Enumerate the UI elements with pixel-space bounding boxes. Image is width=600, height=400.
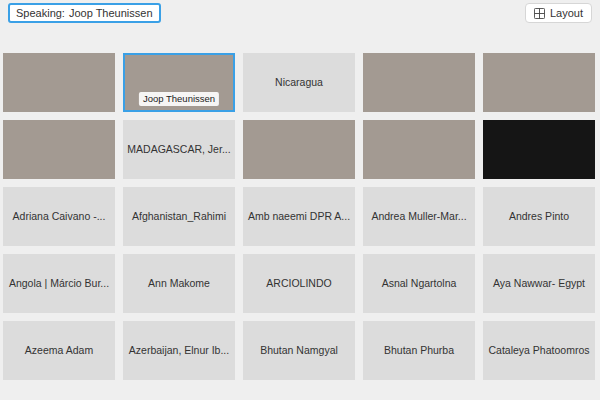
speaking-highlight [483, 53, 595, 112]
participant-tile[interactable] [483, 120, 595, 179]
participant-tile[interactable] [363, 53, 475, 112]
participant-name: Nicaragua [275, 76, 323, 89]
participant-tile[interactable] [483, 53, 595, 112]
layout-icon [534, 8, 545, 19]
participant-tile[interactable]: Joop Theunissen [123, 53, 235, 112]
participant-tile[interactable]: Cataleya Phatoomros [483, 321, 595, 380]
participant-name: Afghanistan_Rahimi [132, 210, 226, 223]
participant-tile[interactable]: Azeema Adam [3, 321, 115, 380]
participant-tile[interactable]: Nicaragua [243, 53, 355, 112]
participant-name: Amb naeemi DPR A... [248, 210, 350, 223]
speaking-highlight [3, 120, 115, 179]
participant-name: Joop Theunissen [139, 92, 219, 106]
participant-name: MADAGASCAR, Jer... [127, 143, 230, 156]
participant-name: Andrea Muller-Mar... [371, 210, 466, 223]
participant-tile[interactable]: Asnal Ngartolna [363, 254, 475, 313]
participant-name: Angola | Márcio Bur... [9, 277, 109, 290]
participant-name: Azeema Adam [25, 344, 93, 357]
participant-tile[interactable]: Aya Nawwar- Egypt [483, 254, 595, 313]
participant-name: Adriana Caivano -... [13, 210, 106, 223]
speaking-highlight [3, 53, 115, 112]
participant-name: Ann Makome [148, 277, 210, 290]
participant-name: Bhutan Namgyal [260, 344, 338, 357]
participant-tile[interactable]: ARCIOLINDO [243, 254, 355, 313]
participant-tile[interactable] [243, 120, 355, 179]
layout-button[interactable]: Layout [525, 3, 592, 23]
speaking-highlight [243, 120, 355, 179]
speaking-indicator: Speaking: Joop Theunissen [8, 3, 161, 23]
speaking-highlight [363, 120, 475, 179]
participant-tile[interactable]: Andres Pinto [483, 187, 595, 246]
participant-tile[interactable]: Bhutan Namgyal [243, 321, 355, 380]
speaking-prefix: Speaking: [16, 7, 65, 19]
participant-name: Andres Pinto [509, 210, 569, 223]
participant-tile[interactable]: Amb naeemi DPR A... [243, 187, 355, 246]
participant-name: Cataleya Phatoomros [489, 344, 590, 357]
participant-name: Bhutan Phurba [384, 344, 454, 357]
participant-grid: Joop Theunissen Nicaragua MADAGASCAR, Jer.… [0, 24, 600, 380]
layout-label: Layout [550, 7, 583, 19]
speaker-name: Joop Theunissen [69, 7, 153, 19]
speaking-highlight [363, 53, 475, 112]
participant-name: Asnal Ngartolna [382, 277, 457, 290]
participant-tile[interactable]: MADAGASCAR, Jer... [123, 120, 235, 179]
participant-name: Azerbaijan, Elnur Ib... [129, 344, 229, 357]
participant-tile[interactable]: Bhutan Phurba [363, 321, 475, 380]
participant-tile[interactable]: Andrea Muller-Mar... [363, 187, 475, 246]
participant-tile[interactable] [3, 120, 115, 179]
participant-name: ARCIOLINDO [266, 277, 331, 290]
participant-name: Aya Nawwar- Egypt [493, 277, 585, 290]
participant-tile[interactable]: Angola | Márcio Bur... [3, 254, 115, 313]
participant-tile[interactable] [3, 53, 115, 112]
participant-tile[interactable]: Adriana Caivano -... [3, 187, 115, 246]
participant-tile[interactable]: Ann Makome [123, 254, 235, 313]
participant-tile[interactable] [363, 120, 475, 179]
speaking-highlight [483, 120, 595, 179]
participant-tile[interactable]: Azerbaijan, Elnur Ib... [123, 321, 235, 380]
participant-tile[interactable]: Afghanistan_Rahimi [123, 187, 235, 246]
